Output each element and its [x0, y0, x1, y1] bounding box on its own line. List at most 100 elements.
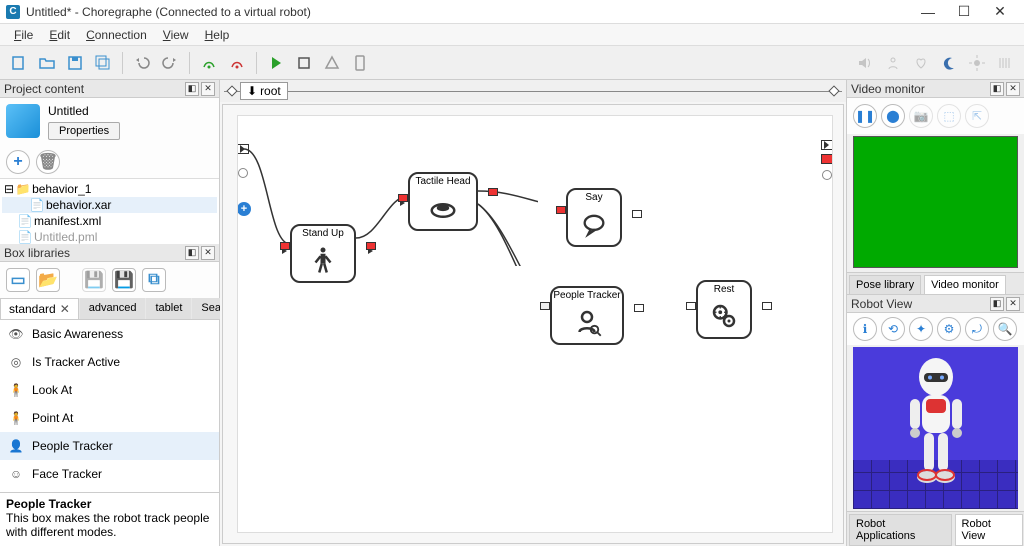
param-port[interactable]: [540, 302, 550, 310]
panel-float-button[interactable]: ◧: [185, 246, 199, 260]
window-close-button[interactable]: ✕: [982, 1, 1018, 23]
output-port[interactable]: [762, 302, 772, 310]
heart-button[interactable]: [908, 50, 934, 76]
life-button[interactable]: [880, 50, 906, 76]
panel-float-button[interactable]: ◧: [990, 297, 1004, 311]
flow-node-people-tracker[interactable]: People Tracker: [550, 286, 624, 345]
panel-close-button[interactable]: ✕: [201, 246, 215, 260]
menu-help[interactable]: Help: [197, 25, 238, 45]
close-tab-icon[interactable]: ✕: [60, 302, 70, 316]
rotate-button[interactable]: ⟲: [881, 317, 905, 341]
video-learn-button[interactable]: ⬚: [937, 104, 961, 128]
rest-button[interactable]: [936, 50, 962, 76]
error-port[interactable]: [488, 188, 498, 196]
canvas-error-port[interactable]: [821, 154, 833, 164]
canvas-onstart-port[interactable]: [237, 144, 249, 154]
stop-port[interactable]: [280, 242, 290, 250]
delete-button[interactable]: 🗑: [36, 150, 60, 174]
breadcrumb-root[interactable]: ⬇root: [240, 82, 288, 100]
flow-node-standup[interactable]: Stand Up: [290, 224, 356, 283]
zoom-button[interactable]: 🔍: [993, 317, 1017, 341]
save-all-button[interactable]: [90, 50, 116, 76]
disconnect-button[interactable]: [224, 50, 250, 76]
box-item[interactable]: ☺Face Tracker: [0, 460, 219, 488]
panel-float-button[interactable]: ◧: [990, 82, 1004, 96]
input-port[interactable]: [686, 302, 696, 310]
boxlib-saveas-button[interactable]: 💾: [112, 268, 136, 292]
settings-button[interactable]: ⚙: [937, 317, 961, 341]
menu-edit[interactable]: Edit: [41, 25, 78, 45]
video-export-button[interactable]: ⇱: [965, 104, 989, 128]
download-icon: ⬇: [247, 84, 257, 98]
canvas-onstopped-port[interactable]: [821, 140, 833, 150]
open-project-button[interactable]: [34, 50, 60, 76]
debug-button[interactable]: [319, 50, 345, 76]
undo-button[interactable]: [129, 50, 155, 76]
box-item[interactable]: 🧍Look At: [0, 376, 219, 404]
panel-float-button[interactable]: ◧: [185, 82, 199, 96]
play-button[interactable]: [263, 50, 289, 76]
flow-canvas[interactable]: + Stand Up: [237, 115, 833, 533]
tab-robot-view[interactable]: Robot View: [955, 514, 1023, 546]
robot-bottom-tabs: Robot Applications Robot View: [847, 511, 1024, 546]
properties-button[interactable]: Properties: [48, 122, 120, 140]
boxlib-tab-standard[interactable]: standard✕: [0, 298, 79, 319]
window-maximize-button[interactable]: ☐: [946, 1, 982, 23]
tab-video-monitor[interactable]: Video monitor: [924, 275, 1006, 294]
error-port[interactable]: [366, 242, 376, 250]
canvas-port[interactable]: [822, 170, 832, 180]
flow-node-tactile-head[interactable]: Tactile Head: [408, 172, 478, 231]
boxlib-tab-tablet[interactable]: tablet: [146, 298, 191, 319]
video-pause-button[interactable]: ❚❚: [853, 104, 877, 128]
output-port[interactable]: [634, 304, 644, 312]
info-button[interactable]: ℹ: [853, 317, 877, 341]
volume-button[interactable]: [852, 50, 878, 76]
boxlib-save-button[interactable]: 💾: [82, 268, 106, 292]
video-record-button[interactable]: ⬤: [881, 104, 905, 128]
new-project-button[interactable]: [6, 50, 32, 76]
boxlib-open-button[interactable]: 📂: [36, 268, 60, 292]
menu-view[interactable]: View: [155, 25, 197, 45]
tree-file-row[interactable]: 📄Untitled.pml: [2, 229, 217, 244]
panel-close-button[interactable]: ✕: [1006, 297, 1020, 311]
menu-file[interactable]: File: [6, 25, 41, 45]
window-minimize-button[interactable]: —: [910, 1, 946, 23]
device-button[interactable]: [347, 50, 373, 76]
tree-file-row[interactable]: 📄manifest.xml: [2, 213, 217, 229]
connect-button[interactable]: [196, 50, 222, 76]
flow-node-rest[interactable]: Rest: [696, 280, 752, 339]
reset-view-button[interactable]: ⤾: [965, 317, 989, 341]
flow-node-say[interactable]: Say: [566, 188, 622, 247]
canvas-add-input-button[interactable]: +: [237, 202, 251, 216]
video-snapshot-button[interactable]: 📷: [909, 104, 933, 128]
box-list[interactable]: 👁Basic Awareness ◎Is Tracker Active 🧍Loo…: [0, 320, 219, 492]
wake-button[interactable]: [964, 50, 990, 76]
canvas-port[interactable]: [238, 168, 248, 178]
box-item[interactable]: 🧍Point At: [0, 404, 219, 432]
panel-close-button[interactable]: ✕: [201, 82, 215, 96]
stop-button[interactable]: [291, 50, 317, 76]
tab-pose-library[interactable]: Pose library: [849, 275, 921, 294]
video-monitor-title: Video monitor: [851, 82, 988, 96]
tree-folder-row[interactable]: ⊟📁behavior_1: [2, 181, 217, 197]
menu-connection[interactable]: Connection: [78, 25, 155, 45]
output-port[interactable]: [632, 210, 642, 218]
box-item[interactable]: 👁Basic Awareness: [0, 320, 219, 348]
stop-port[interactable]: [398, 194, 408, 202]
robot-3d-view[interactable]: [853, 347, 1018, 509]
tab-robot-applications[interactable]: Robot Applications: [849, 514, 952, 546]
boxlib-saveall-button[interactable]: ⧉: [142, 268, 166, 292]
redo-button[interactable]: [157, 50, 183, 76]
battery-button[interactable]: [992, 50, 1018, 76]
boxlib-new-button[interactable]: ▭: [6, 268, 30, 292]
project-tree[interactable]: ⊟📁behavior_1 📄behavior.xar 📄manifest.xml…: [0, 178, 219, 244]
boxlib-tab-advanced[interactable]: advanced: [80, 298, 146, 319]
panel-close-button[interactable]: ✕: [1006, 82, 1020, 96]
stop-port[interactable]: [556, 206, 566, 214]
add-behavior-button[interactable]: +: [6, 150, 30, 174]
tree-file-row[interactable]: 📄behavior.xar: [2, 197, 217, 213]
save-project-button[interactable]: [62, 50, 88, 76]
box-item[interactable]: 👤People Tracker: [0, 432, 219, 460]
box-item[interactable]: ◎Is Tracker Active: [0, 348, 219, 376]
axis-button[interactable]: ✦: [909, 317, 933, 341]
